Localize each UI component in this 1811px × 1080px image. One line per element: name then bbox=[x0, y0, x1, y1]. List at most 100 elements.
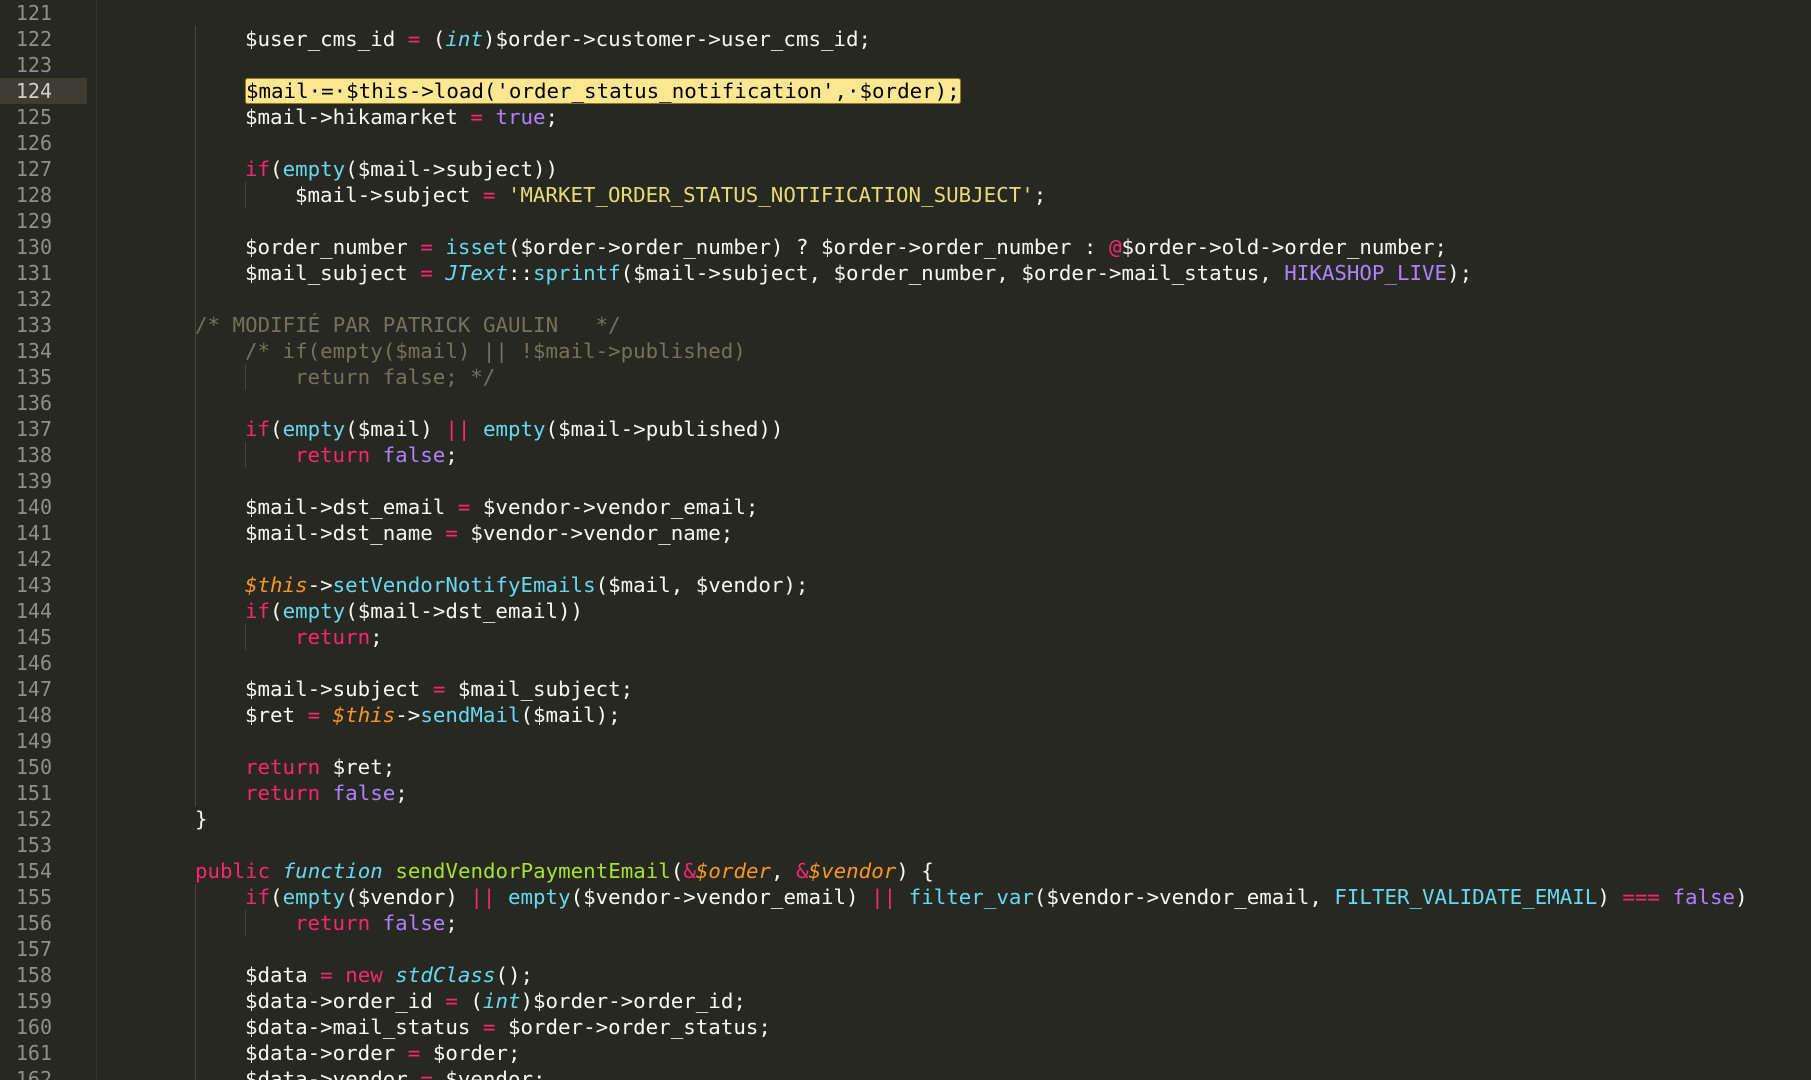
code-token: $user_cms_id bbox=[245, 27, 408, 51]
code-line[interactable]: $ret = $this->sendMail($mail); bbox=[97, 702, 1811, 728]
code-token: = bbox=[420, 235, 433, 259]
code-token: @ bbox=[1108, 235, 1122, 259]
code-token: $data->order_id bbox=[245, 989, 446, 1013]
line-number: 123 bbox=[15, 53, 52, 77]
code-token: ($mail->subject)) bbox=[345, 157, 559, 181]
code-line[interactable]: $order_number = isset($order->order_numb… bbox=[97, 234, 1811, 260]
code-token: $ret bbox=[245, 703, 308, 727]
code-line[interactable]: $mail->dst_email = $vendor->vendor_email… bbox=[97, 494, 1811, 520]
code-token: $mail->subject bbox=[245, 677, 433, 701]
code-line[interactable]: $data->mail_status = $order->order_statu… bbox=[97, 1014, 1811, 1040]
code-line[interactable]: public function sendVendorPaymentEmail(&… bbox=[97, 858, 1811, 884]
code-line[interactable]: return false; bbox=[97, 442, 1811, 468]
code-line[interactable] bbox=[97, 52, 1811, 78]
line-number: 159 bbox=[15, 989, 52, 1013]
code-token: ( bbox=[270, 885, 283, 909]
code-line[interactable] bbox=[97, 546, 1811, 572]
code-token: sendVendorPaymentEmail bbox=[395, 859, 671, 883]
code-token: $ret; bbox=[320, 755, 396, 779]
line-number: 132 bbox=[15, 287, 52, 311]
code-token: return false; */ bbox=[295, 365, 496, 389]
line-number: 156 bbox=[15, 911, 52, 935]
code-line[interactable]: $user_cms_id = (int)$order->customer->us… bbox=[97, 26, 1811, 52]
code-token: $mail->dst_email bbox=[245, 495, 458, 519]
code-line[interactable]: $mail->subject = $mail_subject; bbox=[97, 676, 1811, 702]
code-token: )$order->customer->user_cms_id; bbox=[482, 27, 872, 51]
code-line[interactable] bbox=[97, 208, 1811, 234]
code-token: setVendorNotifyEmails bbox=[332, 573, 596, 597]
code-line[interactable]: $mail_subject = JText::sprintf($mail->su… bbox=[97, 260, 1811, 286]
code-line[interactable] bbox=[97, 390, 1811, 416]
code-token: if bbox=[245, 417, 271, 441]
code-token: return bbox=[295, 625, 371, 649]
code-token: ($mail); bbox=[520, 703, 621, 727]
code-token: function bbox=[282, 859, 383, 883]
line-number: 162 bbox=[15, 1067, 52, 1080]
code-line[interactable]: return false; */ bbox=[97, 364, 1811, 390]
code-token: $order->order_status; bbox=[495, 1015, 771, 1039]
code-line[interactable] bbox=[97, 728, 1811, 754]
code-line[interactable]: return $ret; bbox=[97, 754, 1811, 780]
code-token: $mail->hikamarket bbox=[245, 105, 471, 129]
code-line[interactable]: if(empty($vendor) || empty($vendor->vend… bbox=[97, 884, 1811, 910]
code-line[interactable] bbox=[97, 130, 1811, 156]
code-line[interactable]: return; bbox=[97, 624, 1811, 650]
code-line[interactable]: if(empty($mail->subject)) bbox=[97, 156, 1811, 182]
line-number: 146 bbox=[15, 651, 52, 675]
code-token: ( bbox=[270, 417, 283, 441]
line-number: 158 bbox=[15, 963, 52, 987]
code-token: || bbox=[871, 885, 897, 909]
code-token: empty bbox=[282, 885, 346, 909]
line-number-gutter: 121 122 123 124 125 126 127 128 129 130 131 132 133 1… bbox=[0, 0, 97, 1080]
code-token: false bbox=[382, 911, 446, 935]
code-token: false bbox=[332, 781, 396, 805]
code-token: = bbox=[445, 521, 458, 545]
code-token: -> bbox=[307, 573, 333, 597]
code-editor[interactable]: 121 122 123 124 125 126 127 128 129 130 131 132 133 1… bbox=[0, 0, 1811, 1080]
code-line[interactable]: } bbox=[97, 806, 1811, 832]
code-line[interactable]: $mail->subject = 'MARKET_ORDER_STATUS_NO… bbox=[97, 182, 1811, 208]
code-line[interactable]: /* MODIFIÉ PAR PATRICK GAULIN */ bbox=[97, 312, 1811, 338]
code-line[interactable]: $mail->hikamarket = true; bbox=[97, 104, 1811, 130]
code-line[interactable] bbox=[97, 468, 1811, 494]
line-number: 151 bbox=[15, 781, 52, 805]
code-token: ($mail->published)) bbox=[545, 417, 784, 441]
line-number: 127 bbox=[15, 157, 52, 181]
line-number: 145 bbox=[15, 625, 52, 649]
code-line[interactable]: if(empty($mail) || empty($mail->publishe… bbox=[97, 416, 1811, 442]
code-token: & bbox=[683, 859, 696, 883]
code-token: $data->vendor bbox=[245, 1067, 421, 1080]
line-number: 141 bbox=[15, 521, 52, 545]
code-token: ( bbox=[420, 27, 446, 51]
code-line[interactable]: return false; bbox=[97, 910, 1811, 936]
code-token: ($vendor) bbox=[345, 885, 471, 909]
code-line[interactable]: if(empty($mail->dst_email)) bbox=[97, 598, 1811, 624]
code-line[interactable]: /* if(empty($mail) || !$mail->published) bbox=[97, 338, 1811, 364]
code-line[interactable]: $data->order = $order; bbox=[97, 1040, 1811, 1066]
line-number: 140 bbox=[15, 495, 52, 519]
code-line[interactable] bbox=[97, 0, 1811, 26]
code-token: ( bbox=[457, 989, 483, 1013]
code-token: $data->mail_status bbox=[245, 1015, 483, 1039]
code-line[interactable] bbox=[97, 650, 1811, 676]
code-line[interactable]: $mail->dst_name = $vendor->vendor_name; bbox=[97, 520, 1811, 546]
code-line[interactable]: $data->vendor = $vendor; bbox=[97, 1066, 1811, 1080]
code-token: ; bbox=[545, 105, 559, 129]
code-line[interactable]: return false; bbox=[97, 780, 1811, 806]
line-number: 121 bbox=[15, 1, 52, 25]
code-line[interactable]: $data->order_id = (int)$order->order_id; bbox=[97, 988, 1811, 1014]
code-token: $this bbox=[245, 573, 308, 597]
line-number: 137 bbox=[15, 417, 52, 441]
code-line[interactable]: $this->setVendorNotifyEmails($mail, $ven… bbox=[97, 572, 1811, 598]
code-token: $mail_subject; bbox=[445, 677, 634, 701]
code-line[interactable] bbox=[97, 286, 1811, 312]
code-token: new bbox=[345, 963, 383, 987]
code-line[interactable] bbox=[97, 936, 1811, 962]
code-area[interactable]: $user_cms_id = (int)$order->customer->us… bbox=[97, 0, 1811, 1080]
code-line[interactable]: $data = new stdClass(); bbox=[97, 962, 1811, 988]
code-line[interactable] bbox=[97, 832, 1811, 858]
code-line[interactable]: $mail·=·$this->load('order_status_notifi… bbox=[97, 78, 1811, 104]
